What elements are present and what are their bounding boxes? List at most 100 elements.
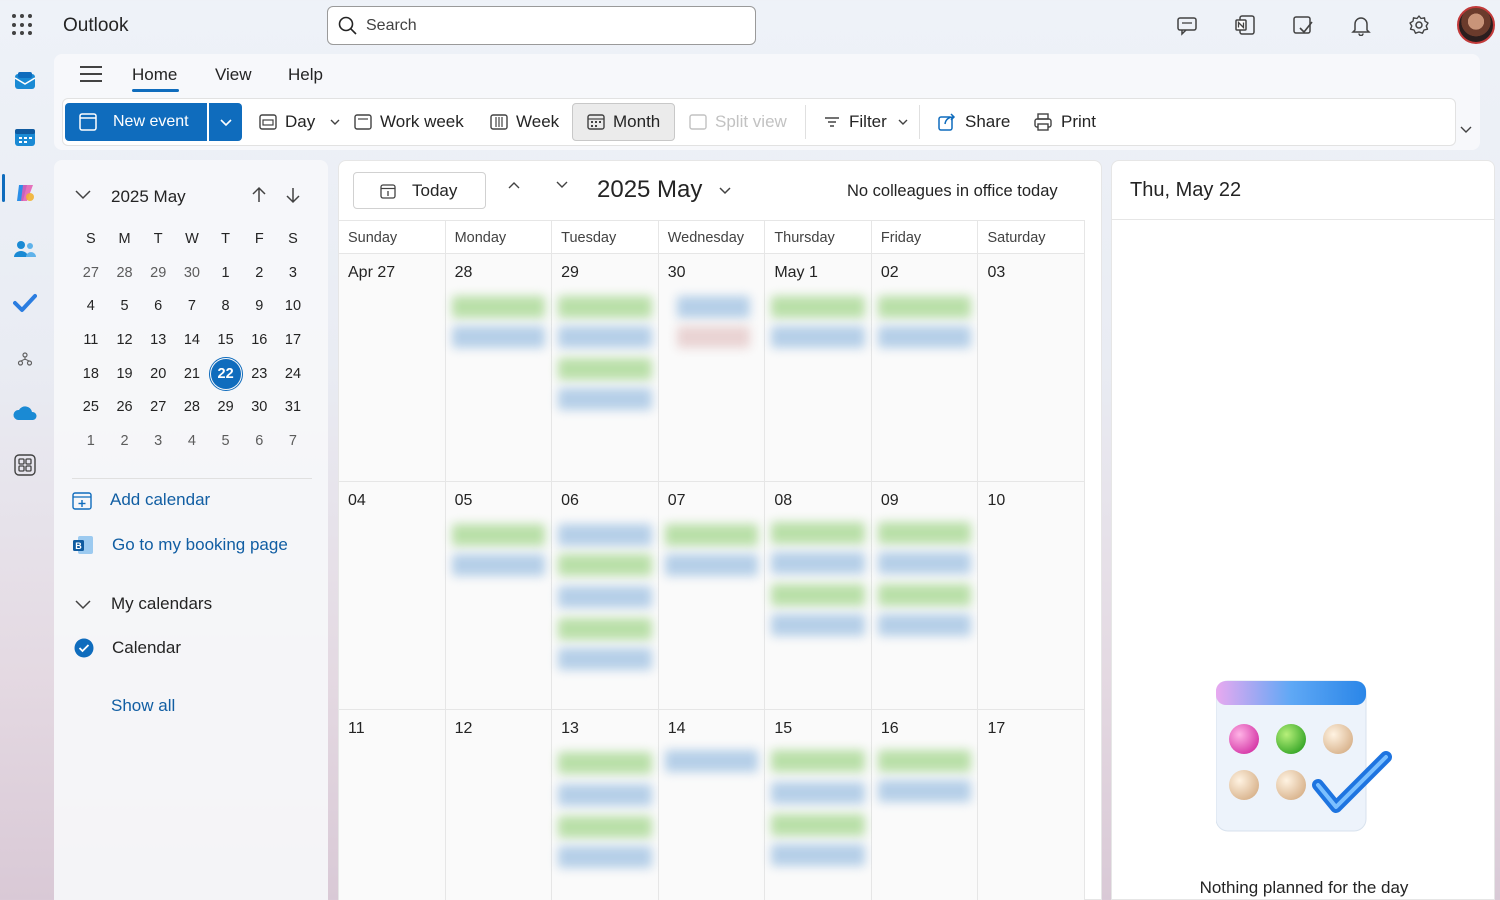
day-cell[interactable]: 02 bbox=[871, 254, 979, 481]
blurred-event[interactable] bbox=[664, 524, 759, 546]
mini-day[interactable]: 17 bbox=[276, 332, 310, 348]
mini-day[interactable]: 28 bbox=[175, 399, 209, 415]
day-cell[interactable]: 13 bbox=[552, 710, 659, 900]
app-name[interactable]: Outlook bbox=[63, 15, 128, 37]
onenote-icon[interactable] bbox=[1232, 12, 1258, 38]
day-cell[interactable]: 30 bbox=[658, 254, 766, 481]
day-cell[interactable]: 14 bbox=[658, 710, 766, 900]
day-cell[interactable]: 05 bbox=[445, 482, 553, 709]
bell-icon[interactable] bbox=[1348, 12, 1374, 38]
mini-day[interactable]: 29 bbox=[141, 265, 175, 281]
blurred-event[interactable] bbox=[771, 552, 865, 574]
blurred-event[interactable] bbox=[676, 326, 751, 348]
day-cell[interactable]: 16 bbox=[871, 710, 979, 900]
blurred-event[interactable] bbox=[558, 524, 652, 546]
blurred-event[interactable] bbox=[771, 584, 865, 606]
day-cell[interactable]: May 1 bbox=[765, 254, 872, 481]
tab-help[interactable]: Help bbox=[288, 65, 323, 85]
mini-day[interactable]: 14 bbox=[175, 332, 209, 348]
day-view-button[interactable]: Day bbox=[259, 103, 349, 141]
day-cell[interactable]: 12 bbox=[445, 710, 553, 900]
blurred-event[interactable] bbox=[877, 552, 972, 574]
mini-day[interactable]: 6 bbox=[141, 298, 175, 314]
print-button[interactable]: Print bbox=[1033, 103, 1096, 141]
filter-button[interactable]: Filter bbox=[823, 103, 917, 141]
new-event-button[interactable]: New event bbox=[65, 103, 207, 141]
mini-day[interactable]: 11 bbox=[74, 332, 108, 348]
day-cell[interactable]: Apr 27 bbox=[339, 254, 446, 481]
mail-icon[interactable] bbox=[12, 68, 38, 94]
teams-chat-icon[interactable] bbox=[1174, 12, 1200, 38]
search-box[interactable] bbox=[327, 6, 756, 45]
previous-month-chevron-icon[interactable] bbox=[506, 179, 522, 191]
blurred-event[interactable] bbox=[771, 614, 865, 636]
day-cell[interactable]: 09 bbox=[871, 482, 979, 709]
mini-day[interactable]: 23 bbox=[242, 366, 276, 382]
colleagues-status[interactable]: No colleagues in office today bbox=[847, 182, 1058, 201]
blurred-event[interactable] bbox=[558, 554, 652, 576]
blurred-event[interactable] bbox=[558, 752, 652, 774]
mini-day[interactable]: 4 bbox=[74, 298, 108, 314]
add-calendar-link[interactable]: Add calendar bbox=[72, 490, 210, 510]
blurred-event[interactable] bbox=[451, 326, 546, 348]
show-all-link[interactable]: Show all bbox=[111, 696, 175, 716]
blurred-event[interactable] bbox=[771, 782, 865, 804]
blurred-event[interactable] bbox=[451, 524, 546, 546]
new-event-dropdown[interactable] bbox=[209, 103, 242, 141]
work-week-button[interactable]: Work week bbox=[354, 103, 464, 141]
mini-day[interactable]: 30 bbox=[242, 399, 276, 415]
day-cell[interactable]: 28 bbox=[445, 254, 553, 481]
day-cell[interactable]: 17 bbox=[978, 710, 1086, 900]
my-calendars-section[interactable]: My calendars bbox=[74, 594, 212, 614]
blurred-event[interactable] bbox=[771, 844, 865, 866]
blurred-event[interactable] bbox=[771, 814, 865, 836]
blurred-event[interactable] bbox=[771, 326, 865, 348]
blurred-event[interactable] bbox=[676, 296, 751, 318]
mini-day[interactable]: 24 bbox=[276, 366, 310, 382]
mini-day[interactable]: 8 bbox=[209, 298, 243, 314]
blurred-event[interactable] bbox=[558, 648, 652, 670]
mini-day[interactable]: 20 bbox=[141, 366, 175, 382]
month-view-button[interactable]: Month bbox=[572, 103, 676, 141]
blurred-event[interactable] bbox=[771, 296, 865, 318]
tab-view[interactable]: View bbox=[215, 65, 252, 85]
mini-day[interactable]: 6 bbox=[242, 433, 276, 449]
blurred-event[interactable] bbox=[451, 296, 546, 318]
blurred-event[interactable] bbox=[558, 326, 652, 348]
day-cell[interactable]: 06 bbox=[552, 482, 659, 709]
blurred-event[interactable] bbox=[877, 326, 972, 348]
mini-day[interactable]: 12 bbox=[108, 332, 142, 348]
mini-day[interactable]: 5 bbox=[108, 298, 142, 314]
arrow-down-icon[interactable] bbox=[285, 186, 301, 204]
mini-day[interactable]: 19 bbox=[108, 366, 142, 382]
mini-day[interactable]: 16 bbox=[242, 332, 276, 348]
blurred-event[interactable] bbox=[877, 584, 972, 606]
copilot-icon[interactable] bbox=[12, 180, 38, 206]
org-explorer-icon[interactable] bbox=[12, 346, 38, 372]
more-apps-icon[interactable] bbox=[12, 452, 38, 478]
user-avatar[interactable] bbox=[1457, 6, 1495, 44]
day-cell[interactable]: 04 bbox=[339, 482, 446, 709]
mini-day[interactable]: 5 bbox=[209, 433, 243, 449]
blurred-event[interactable] bbox=[558, 846, 652, 868]
mini-day[interactable]: 1 bbox=[74, 433, 108, 449]
next-month-chevron-icon[interactable] bbox=[554, 179, 570, 191]
ribbon-expand-chevron-icon[interactable] bbox=[1458, 124, 1474, 136]
blurred-event[interactable] bbox=[558, 358, 652, 380]
mini-day[interactable]: 18 bbox=[74, 366, 108, 382]
mini-day[interactable]: 27 bbox=[141, 399, 175, 415]
blurred-event[interactable] bbox=[558, 784, 652, 806]
mini-day[interactable]: 25 bbox=[74, 399, 108, 415]
blurred-event[interactable] bbox=[664, 554, 759, 576]
my-day-icon[interactable] bbox=[1290, 12, 1316, 38]
mini-day[interactable]: 30 bbox=[175, 265, 209, 281]
mini-day[interactable]: 3 bbox=[276, 265, 310, 281]
mini-day[interactable]: 3 bbox=[141, 433, 175, 449]
mini-day[interactable]: 7 bbox=[175, 298, 209, 314]
mini-calendar-title[interactable]: 2025 May bbox=[111, 187, 186, 207]
mini-day[interactable]: 26 bbox=[108, 399, 142, 415]
app-launcher-icon[interactable] bbox=[12, 14, 34, 36]
share-button[interactable]: Share bbox=[937, 103, 1010, 141]
day-cell[interactable]: 08 bbox=[765, 482, 872, 709]
mini-day[interactable]: 27 bbox=[74, 265, 108, 281]
